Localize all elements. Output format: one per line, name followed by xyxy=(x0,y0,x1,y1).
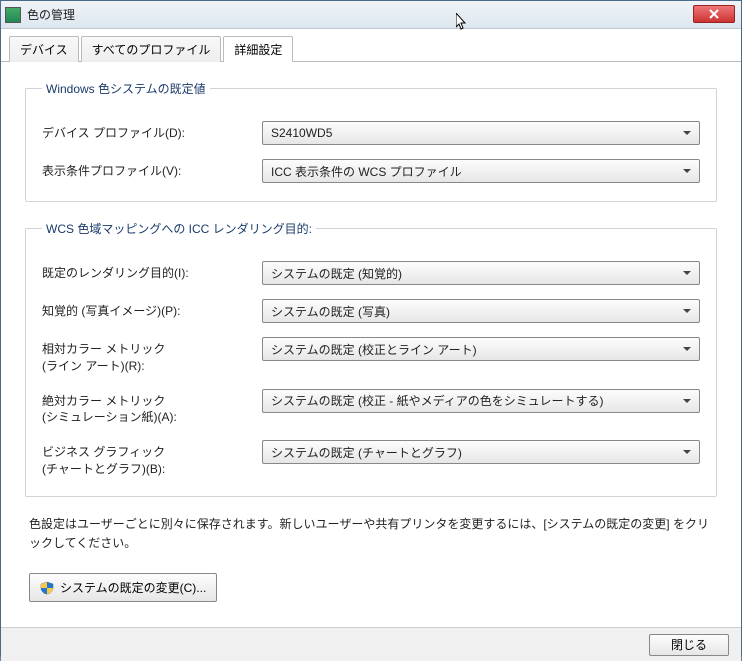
group-legend: Windows 色システムの既定値 xyxy=(42,80,210,97)
change-system-defaults-button[interactable]: システムの既定の変更(C)... xyxy=(29,573,217,602)
business-row: ビジネス グラフィック (チャートとグラフ)(B): システムの既定 (チャート… xyxy=(42,440,700,478)
viewing-conditions-row: 表示条件プロファイル(V): ICC 表示条件の WCS プロファイル xyxy=(42,159,700,183)
relative-row: 相対カラー メトリック (ライン アート)(R): システムの既定 (校正とライ… xyxy=(42,337,700,375)
viewing-conditions-label: 表示条件プロファイル(V): xyxy=(42,159,262,180)
business-dropdown[interactable]: システムの既定 (チャートとグラフ) xyxy=(262,440,700,464)
default-intent-label: 既定のレンダリング目的(I): xyxy=(42,261,262,282)
tab-advanced[interactable]: 詳細設定 xyxy=(223,36,293,62)
absolute-row: 絶対カラー メトリック (シミュレーション紙)(A): システムの既定 (校正 … xyxy=(42,389,700,427)
close-button[interactable] xyxy=(693,5,735,23)
tabstrip: デバイス すべてのプロファイル 詳細設定 xyxy=(1,29,741,62)
absolute-label: 絶対カラー メトリック (シミュレーション紙)(A): xyxy=(42,389,262,427)
window-title: 色の管理 xyxy=(27,6,75,23)
perceptual-value: システムの既定 (写真) xyxy=(271,303,390,320)
device-profile-label: デバイス プロファイル(D): xyxy=(42,121,262,142)
relative-value: システムの既定 (校正とライン アート) xyxy=(271,341,477,358)
cursor-icon xyxy=(456,13,468,31)
device-profile-dropdown[interactable]: S2410WD5 xyxy=(262,121,700,145)
windows-color-defaults-group: Windows 色システムの既定値 デバイス プロファイル(D): S2410W… xyxy=(25,80,717,202)
absolute-value: システムの既定 (校正 - 紙やメディアの色をシミュレートする) xyxy=(271,392,604,409)
business-label: ビジネス グラフィック (チャートとグラフ)(B): xyxy=(42,440,262,478)
default-intent-dropdown[interactable]: システムの既定 (知覚的) xyxy=(262,261,700,285)
tab-device[interactable]: デバイス xyxy=(9,36,79,62)
viewing-conditions-dropdown[interactable]: ICC 表示条件の WCS プロファイル xyxy=(262,159,700,183)
relative-dropdown[interactable]: システムの既定 (校正とライン アート) xyxy=(262,337,700,361)
shield-icon xyxy=(40,581,54,595)
change-defaults-label: システムの既定の変更(C)... xyxy=(60,579,206,596)
close-dialog-button[interactable]: 閉じる xyxy=(649,634,729,656)
titlebar: 色の管理 xyxy=(1,1,741,29)
business-value: システムの既定 (チャートとグラフ) xyxy=(271,444,462,461)
device-profile-value: S2410WD5 xyxy=(271,126,332,140)
perceptual-dropdown[interactable]: システムの既定 (写真) xyxy=(262,299,700,323)
wcs-gamut-mapping-group: WCS 色域マッピングへの ICC レンダリング目的: 既定のレンダリング目的(… xyxy=(25,220,717,497)
group-legend: WCS 色域マッピングへの ICC レンダリング目的: xyxy=(42,220,316,237)
relative-label: 相対カラー メトリック (ライン アート)(R): xyxy=(42,337,262,375)
perceptual-label: 知覚的 (写真イメージ)(P): xyxy=(42,299,262,320)
help-text: 色設定はユーザーごとに別々に保存されます。新しいユーザーや共有プリンタを変更する… xyxy=(29,515,713,553)
app-icon xyxy=(5,7,21,23)
default-intent-value: システムの既定 (知覚的) xyxy=(271,265,402,282)
default-intent-row: 既定のレンダリング目的(I): システムの既定 (知覚的) xyxy=(42,261,700,285)
color-management-window: 色の管理 デバイス すべてのプロファイル 詳細設定 Windows 色システムの… xyxy=(0,0,742,656)
tab-content: Windows 色システムの既定値 デバイス プロファイル(D): S2410W… xyxy=(1,62,741,627)
absolute-dropdown[interactable]: システムの既定 (校正 - 紙やメディアの色をシミュレートする) xyxy=(262,389,700,413)
viewing-conditions-value: ICC 表示条件の WCS プロファイル xyxy=(271,163,462,180)
tab-all-profiles[interactable]: すべてのプロファイル xyxy=(81,36,222,62)
device-profile-row: デバイス プロファイル(D): S2410WD5 xyxy=(42,121,700,145)
perceptual-row: 知覚的 (写真イメージ)(P): システムの既定 (写真) xyxy=(42,299,700,323)
